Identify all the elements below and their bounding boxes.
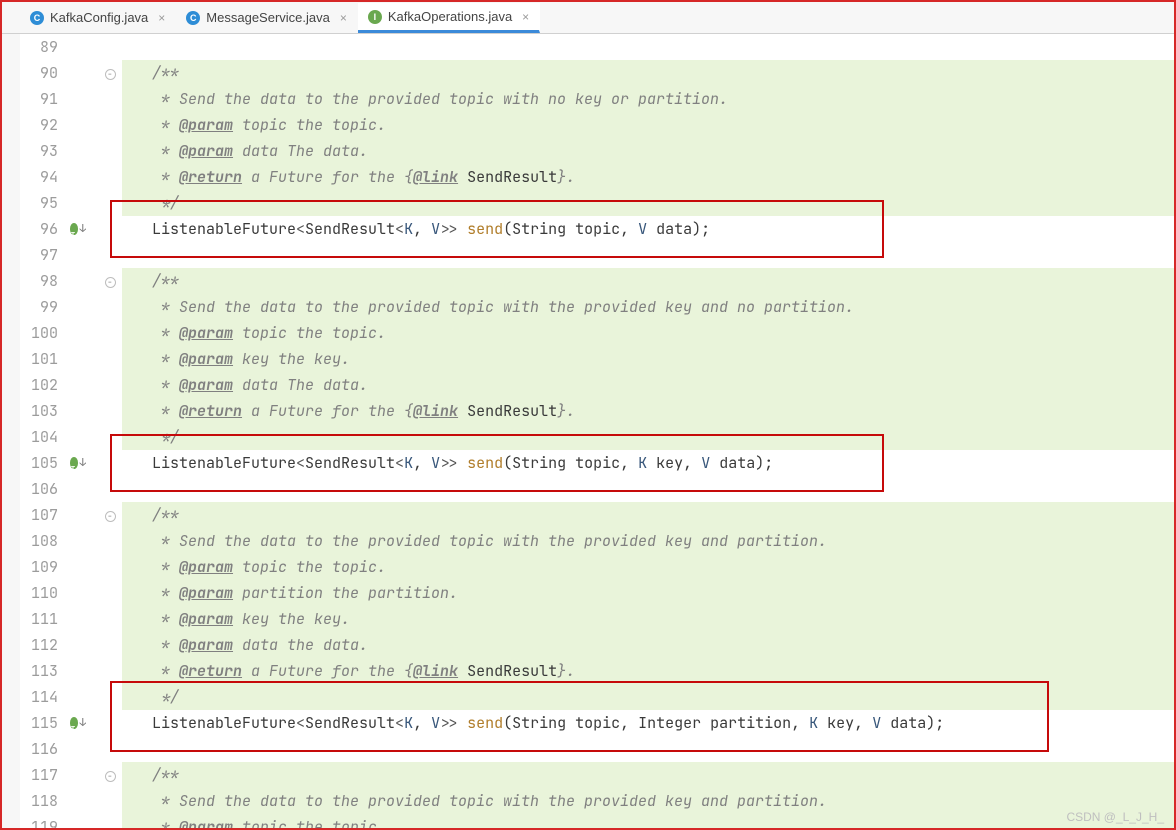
code-line[interactable]: /** <box>122 762 1174 788</box>
line-number: 89 <box>20 34 58 60</box>
line-number: 118 <box>20 788 58 814</box>
code-line[interactable]: * Send the data to the provided topic wi… <box>122 788 1174 814</box>
line-number: 117 <box>20 762 58 788</box>
left-margin <box>2 34 20 828</box>
tab-label: KafkaConfig.java <box>50 10 148 25</box>
line-number: 119 <box>20 814 58 828</box>
file-type-icon: C <box>30 11 44 25</box>
line-number: 92 <box>20 112 58 138</box>
fold-toggle-icon[interactable]: − <box>102 768 118 784</box>
code-editor: 8990919293949596979899100101102103104105… <box>2 34 1174 828</box>
line-number: 96 <box>20 216 58 242</box>
file-type-icon: C <box>186 11 200 25</box>
line-number: 112 <box>20 632 58 658</box>
code-line[interactable]: ListenableFuture<SendResult<K, V>> send(… <box>122 450 1174 476</box>
code-line[interactable]: * @param data The data. <box>122 372 1174 398</box>
line-number: 95 <box>20 190 58 216</box>
line-number: 114 <box>20 684 58 710</box>
tab-label: KafkaOperations.java <box>388 9 512 24</box>
code-line[interactable]: * @param key the key. <box>122 606 1174 632</box>
override-method-icon[interactable]: I <box>70 715 86 731</box>
line-number: 94 <box>20 164 58 190</box>
code-line[interactable] <box>122 242 1174 268</box>
line-number: 90 <box>20 60 58 86</box>
code-line[interactable]: * @param topic the topic. <box>122 320 1174 346</box>
override-method-icon[interactable]: I <box>70 221 86 237</box>
code-line[interactable]: * @param partition the partition. <box>122 580 1174 606</box>
fold-toggle-icon[interactable]: − <box>102 508 118 524</box>
tab-kafkaconfig-java[interactable]: C KafkaConfig.java × <box>20 4 176 31</box>
code-line[interactable]: * @param topic the topic. <box>122 554 1174 580</box>
line-number: 97 <box>20 242 58 268</box>
line-number: 103 <box>20 398 58 424</box>
tab-messageservice-java[interactable]: C MessageService.java × <box>176 4 358 31</box>
editor-tabs: CKafkaConfig.java×CMessageService.java×I… <box>2 2 1174 34</box>
code-line[interactable]: * @return a Future for the {@link SendRe… <box>122 398 1174 424</box>
code-line[interactable]: ListenableFuture<SendResult<K, V>> send(… <box>122 710 1174 736</box>
line-number: 100 <box>20 320 58 346</box>
override-method-icon[interactable]: I <box>70 455 86 471</box>
close-tab-icon[interactable]: × <box>522 10 529 24</box>
line-number-gutter: 8990919293949596979899100101102103104105… <box>20 34 68 828</box>
line-number: 105 <box>20 450 58 476</box>
code-line[interactable]: * @return a Future for the {@link SendRe… <box>122 164 1174 190</box>
watermark: CSDN @_L_J_H_ <box>1066 810 1164 824</box>
line-number: 101 <box>20 346 58 372</box>
line-number: 106 <box>20 476 58 502</box>
line-number: 109 <box>20 554 58 580</box>
code-line[interactable]: * @param topic the topic. <box>122 112 1174 138</box>
file-type-icon: I <box>368 10 382 24</box>
close-tab-icon[interactable]: × <box>340 11 347 25</box>
line-number: 99 <box>20 294 58 320</box>
code-line[interactable]: ListenableFuture<SendResult<K, V>> send(… <box>122 216 1174 242</box>
fold-toggle-icon[interactable]: − <box>102 66 118 82</box>
close-tab-icon[interactable]: × <box>158 11 165 25</box>
code-line[interactable] <box>122 34 1174 60</box>
line-number: 111 <box>20 606 58 632</box>
code-line[interactable]: */ <box>122 190 1174 216</box>
line-number: 98 <box>20 268 58 294</box>
code-line[interactable]: /** <box>122 268 1174 294</box>
tab-kafkaoperations-java[interactable]: I KafkaOperations.java × <box>358 3 540 33</box>
code-line[interactable]: /** <box>122 502 1174 528</box>
tab-label: MessageService.java <box>206 10 330 25</box>
code-line[interactable] <box>122 736 1174 762</box>
line-number: 115 <box>20 710 58 736</box>
line-number: 107 <box>20 502 58 528</box>
line-number: 113 <box>20 658 58 684</box>
code-line[interactable]: * @param key the key. <box>122 346 1174 372</box>
code-area[interactable]: /** * Send the data to the provided topi… <box>122 34 1174 828</box>
code-line[interactable]: /** <box>122 60 1174 86</box>
code-line[interactable]: */ <box>122 424 1174 450</box>
code-line[interactable]: * Send the data to the provided topic wi… <box>122 86 1174 112</box>
line-number: 93 <box>20 138 58 164</box>
line-number: 102 <box>20 372 58 398</box>
line-number: 108 <box>20 528 58 554</box>
code-line[interactable] <box>122 476 1174 502</box>
line-number: 116 <box>20 736 58 762</box>
fold-toggle-icon[interactable]: − <box>102 274 118 290</box>
code-line[interactable]: * @return a Future for the {@link SendRe… <box>122 658 1174 684</box>
code-line[interactable]: * @param data the data. <box>122 632 1174 658</box>
code-line[interactable]: * @param topic the topic. <box>122 814 1174 828</box>
fold-gutter: − − − − <box>100 34 122 828</box>
code-line[interactable]: * @param data The data. <box>122 138 1174 164</box>
code-line[interactable]: * Send the data to the provided topic wi… <box>122 294 1174 320</box>
code-line[interactable]: */ <box>122 684 1174 710</box>
code-line[interactable]: * Send the data to the provided topic wi… <box>122 528 1174 554</box>
line-number: 91 <box>20 86 58 112</box>
override-gutter: I I I <box>68 34 100 828</box>
line-number: 104 <box>20 424 58 450</box>
line-number: 110 <box>20 580 58 606</box>
